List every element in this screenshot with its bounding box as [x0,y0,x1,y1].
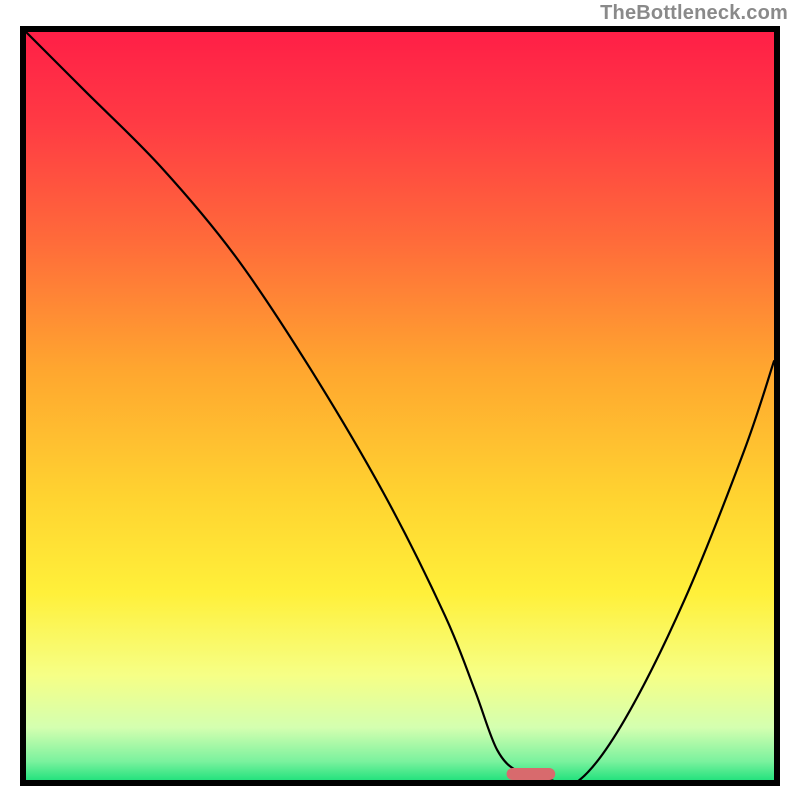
chart-svg [26,32,774,780]
chart-stage: TheBottleneck.com [0,0,800,800]
minimum-marker [507,768,556,780]
plot-frame [20,26,780,786]
plot-inner [26,32,774,780]
watermark-text: TheBottleneck.com [600,2,788,25]
